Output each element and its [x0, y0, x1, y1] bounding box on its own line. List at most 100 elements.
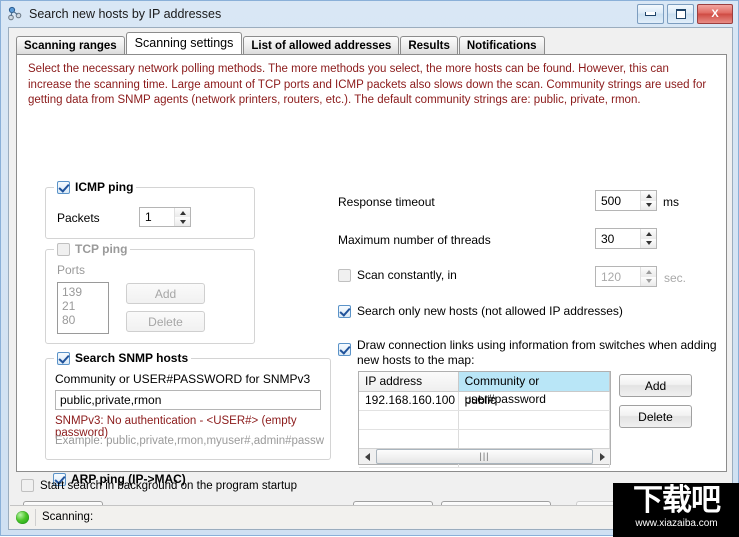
close-button[interactable]: X — [697, 4, 733, 24]
description-text: Select the necessary network polling met… — [28, 63, 707, 106]
packets-spin-up-icon[interactable] — [175, 208, 190, 217]
window-title: Search new hosts by IP addresses — [29, 6, 222, 21]
response-timeout-spin-up-icon[interactable] — [641, 191, 656, 201]
column-header-ip-address[interactable]: IP address — [359, 372, 459, 391]
icmp-ping-checkbox[interactable] — [57, 180, 70, 194]
max-threads-value: 30 — [601, 231, 615, 246]
maximize-icon — [675, 9, 686, 19]
cell-community[interactable] — [459, 430, 610, 448]
status-led-icon — [16, 510, 29, 524]
close-icon: X — [711, 7, 719, 20]
delete-switch-button[interactable]: Delete — [619, 405, 692, 428]
minimize-icon — [645, 12, 656, 16]
community-input[interactable] — [55, 390, 321, 410]
snmp-example: Example: public,private,rmon,myuser#,adm… — [55, 435, 325, 447]
packets-spin-down-icon[interactable] — [175, 217, 190, 226]
scan-constantly-row[interactable]: Scan constantly, in — [338, 268, 457, 282]
icmp-ping-header[interactable]: ICMP ping — [54, 180, 137, 194]
response-timeout-spin-arrows[interactable] — [640, 191, 656, 210]
watermark: 下载吧 www.xiazaiba.com — [613, 483, 739, 537]
tab-list-of-allowed-addresses[interactable]: List of allowed addresses — [243, 36, 400, 54]
icmp-ping-label: ICMP ping — [75, 180, 134, 194]
maximize-button[interactable] — [667, 4, 694, 24]
response-timeout-label: Response timeout — [338, 195, 435, 209]
tab-results[interactable]: Results — [400, 36, 458, 54]
community-label: Community or USER#PASSWORD for SNMPv3 — [55, 372, 311, 386]
max-threads-spin-arrows[interactable] — [640, 229, 656, 248]
packets-stepper[interactable]: 1 — [139, 207, 191, 227]
draw-links-row[interactable]: Draw connection links using information … — [338, 338, 718, 368]
triangle-left-icon[interactable] — [359, 449, 375, 464]
ports-label: Ports — [57, 263, 86, 277]
max-threads-label: Maximum number of threads — [338, 233, 491, 247]
table-row[interactable] — [359, 430, 610, 449]
scan-constantly-label: Scan constantly, in — [357, 268, 457, 282]
ports-listbox[interactable]: 139 21 80 — [57, 282, 109, 334]
scan-constantly-stepper[interactable]: 120 — [595, 266, 657, 287]
tab-notifications[interactable]: Notifications — [458, 36, 545, 54]
list-item[interactable]: 139 — [62, 285, 104, 299]
tab-page-scanning-settings: Select the necessary network polling met… — [16, 54, 727, 486]
snmp-checkbox[interactable] — [57, 351, 70, 365]
cell-community[interactable] — [459, 411, 610, 429]
watermark-url: www.xiazaiba.com — [635, 518, 718, 529]
delete-port-button[interactable]: Delete — [126, 311, 205, 332]
cell-community[interactable]: public — [459, 392, 610, 410]
triangle-right-icon[interactable] — [594, 449, 610, 464]
tcp-ping-label: TCP ping — [75, 242, 128, 256]
startup-background-label: Start search in background on the progra… — [40, 479, 297, 492]
scan-constantly-value: 120 — [601, 269, 622, 284]
response-timeout-unit: ms — [663, 195, 679, 209]
add-port-button[interactable]: Add — [126, 283, 205, 304]
title-bar: Search new hosts by IP addresses X — [1, 1, 738, 26]
icmp-ping-group: ICMP ping Packets 1 — [45, 180, 255, 239]
network-hosts-icon — [7, 6, 23, 22]
tab-scanning-ranges[interactable]: Scanning ranges — [16, 36, 125, 54]
watermark-cn-text: 下载吧 — [633, 483, 721, 518]
add-switch-button[interactable]: Add — [619, 374, 692, 397]
cell-ip-address[interactable]: 192.168.160.100 — [359, 392, 459, 410]
cell-ip-address[interactable] — [359, 411, 459, 429]
max-threads-spin-up-icon[interactable] — [641, 229, 656, 239]
draw-links-checkbox[interactable] — [338, 343, 351, 356]
list-item[interactable]: 21 — [62, 299, 104, 313]
startup-background-row[interactable]: Start search in background on the progra… — [21, 479, 297, 492]
list-item[interactable]: 80 — [62, 313, 104, 327]
tab-scanning-settings[interactable]: Scanning settings — [125, 32, 243, 54]
table-header-row: IP address Community or user#password — [359, 372, 610, 406]
tcp-ping-group: TCP ping Ports 139 21 80 Add Delete — [45, 242, 255, 344]
scan-constantly-unit: sec. — [664, 271, 687, 285]
tcp-ping-checkbox[interactable] — [57, 242, 70, 256]
response-timeout-spin-down-icon[interactable] — [641, 200, 656, 210]
search-new-hosts-label: Search only new hosts (not allowed IP ad… — [357, 304, 623, 318]
startup-background-checkbox[interactable] — [21, 479, 34, 492]
horizontal-scrollbar[interactable]: ||| — [359, 448, 610, 464]
snmp-header[interactable]: Search SNMP hosts — [54, 351, 192, 365]
client-area: Scanning ranges Scanning settings List o… — [8, 27, 739, 530]
search-new-hosts-row[interactable]: Search only new hosts (not allowed IP ad… — [338, 304, 623, 318]
window-controls: X — [637, 4, 733, 24]
scan-constantly-spin-up-icon[interactable] — [641, 267, 656, 277]
packets-value: 1 — [145, 210, 152, 224]
response-timeout-value: 500 — [601, 193, 622, 208]
cell-ip-address[interactable] — [359, 430, 459, 448]
search-new-hosts-checkbox[interactable] — [338, 304, 351, 318]
max-threads-stepper[interactable]: 30 — [595, 228, 657, 249]
column-header-community[interactable]: Community or user#password — [458, 372, 610, 406]
response-timeout-stepper[interactable]: 500 — [595, 190, 657, 211]
scan-constantly-spin-arrows[interactable] — [640, 267, 656, 286]
snmp-label: Search SNMP hosts — [75, 351, 189, 365]
scan-constantly-spin-down-icon[interactable] — [641, 276, 656, 286]
table-row[interactable] — [359, 411, 610, 430]
snmp-group: Search SNMP hosts Community or USER#PASS… — [45, 351, 331, 460]
minimize-button[interactable] — [637, 4, 664, 24]
scan-constantly-checkbox[interactable] — [338, 268, 351, 282]
table-row[interactable]: 192.168.160.100 public — [359, 392, 610, 411]
switch-table[interactable]: IP address Community or user#password 19… — [358, 371, 611, 468]
packets-spin-arrows[interactable] — [174, 208, 190, 226]
draw-links-label: Draw connection links using information … — [357, 338, 717, 367]
max-threads-spin-down-icon[interactable] — [641, 238, 656, 248]
scrollbar-thumb[interactable]: ||| — [376, 449, 593, 464]
tcp-ping-header[interactable]: TCP ping — [54, 242, 131, 256]
status-separator — [35, 508, 36, 526]
